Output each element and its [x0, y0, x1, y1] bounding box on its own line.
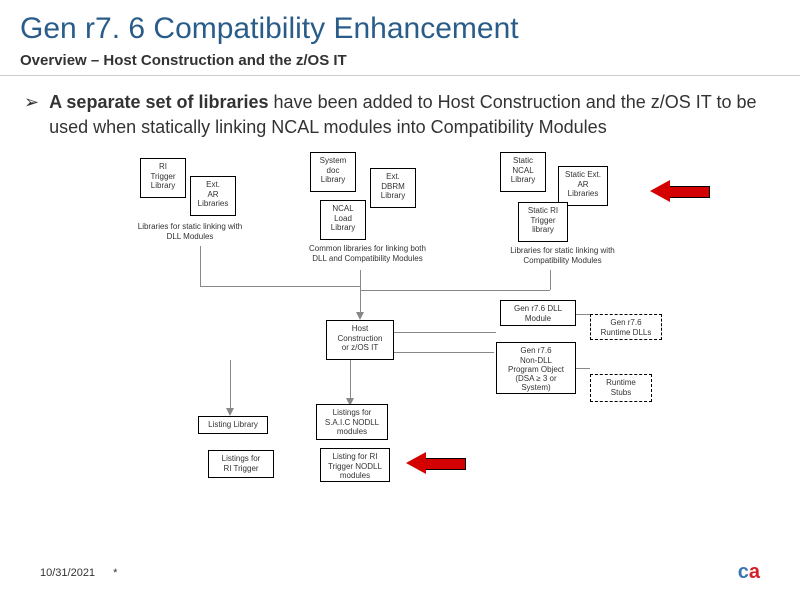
- logo-c: c: [738, 561, 749, 583]
- box-static-ncal: StaticNCALLibrary: [500, 152, 546, 192]
- red-arrow-icon: [406, 452, 466, 474]
- box-system-doc: SystemdocLibrary: [310, 152, 356, 192]
- caption-left-group: Libraries for static linking withDLL Mod…: [120, 222, 260, 240]
- box-gen76-dll: Gen r7.6 DLLModule: [500, 300, 576, 326]
- box-runtime-stubs: RuntimeStubs: [590, 374, 652, 402]
- connector-line: [200, 286, 360, 287]
- arrowhead-icon: [226, 408, 234, 416]
- bullet-text: A separate set of libraries have been ad…: [49, 90, 776, 140]
- page-subtitle: Overview – Host Construction and the z/O…: [0, 52, 800, 75]
- connector-line: [576, 368, 590, 369]
- box-static-ri-trigger: Static RITriggerlibrary: [518, 202, 568, 242]
- caption-mid-group: Common libraries for linking bothDLL and…: [290, 244, 445, 262]
- connector-line: [230, 360, 231, 410]
- box-ncal-load: NCALLoadLibrary: [320, 200, 366, 240]
- connector-line: [200, 246, 201, 286]
- page-title: Gen r7. 6 Compatibility Enhancement: [0, 0, 800, 52]
- box-ext-dbrm: Ext.DBRMLibrary: [370, 168, 416, 208]
- logo-a: a: [749, 561, 760, 583]
- connector-line: [550, 270, 551, 290]
- box-gen76-runtime: Gen r7.6Runtime DLLs: [590, 314, 662, 340]
- bullet-marker: ➢: [24, 90, 39, 140]
- caption-right-group: Libraries for static linking withCompati…: [490, 246, 635, 264]
- ca-logo: ca: [738, 561, 760, 584]
- box-ext-ar: Ext.ARLibraries: [190, 176, 236, 216]
- connector-line: [360, 270, 361, 315]
- connector-line: [394, 332, 496, 333]
- box-listings-saic: Listings forS.A.I.C NODLLmodules: [316, 404, 388, 440]
- connector-line: [394, 352, 494, 353]
- diagram: RITriggerLibrary Ext.ARLibraries Librari…: [30, 152, 770, 492]
- connector-line: [360, 290, 550, 291]
- box-static-ext-ar: Static Ext.ARLibraries: [558, 166, 608, 206]
- red-arrow-icon: [650, 180, 710, 202]
- footer: 10/31/2021 * ca: [40, 561, 760, 584]
- bullet-item: ➢ A separate set of libraries have been …: [0, 76, 800, 146]
- footer-marker: *: [113, 567, 117, 579]
- box-host-construction: HostConstructionor z/OS IT: [326, 320, 394, 360]
- box-listing: Listing Library: [198, 416, 268, 434]
- footer-date: 10/31/2021: [40, 567, 95, 579]
- connector-line: [350, 360, 351, 400]
- connector-line: [576, 314, 590, 315]
- arrowhead-icon: [356, 312, 364, 320]
- bullet-bold: A separate set of libraries: [49, 92, 268, 112]
- box-gen76-nondll: Gen r7.6Non-DLLProgram Object(DSA ≥ 3 or…: [496, 342, 576, 394]
- box-listing-ri-nodll: Listing for RITrigger NODLLmodules: [320, 448, 390, 482]
- box-ri-trigger: RITriggerLibrary: [140, 158, 186, 198]
- box-listing-ri-trigger: Listings forRI Trigger: [208, 450, 274, 478]
